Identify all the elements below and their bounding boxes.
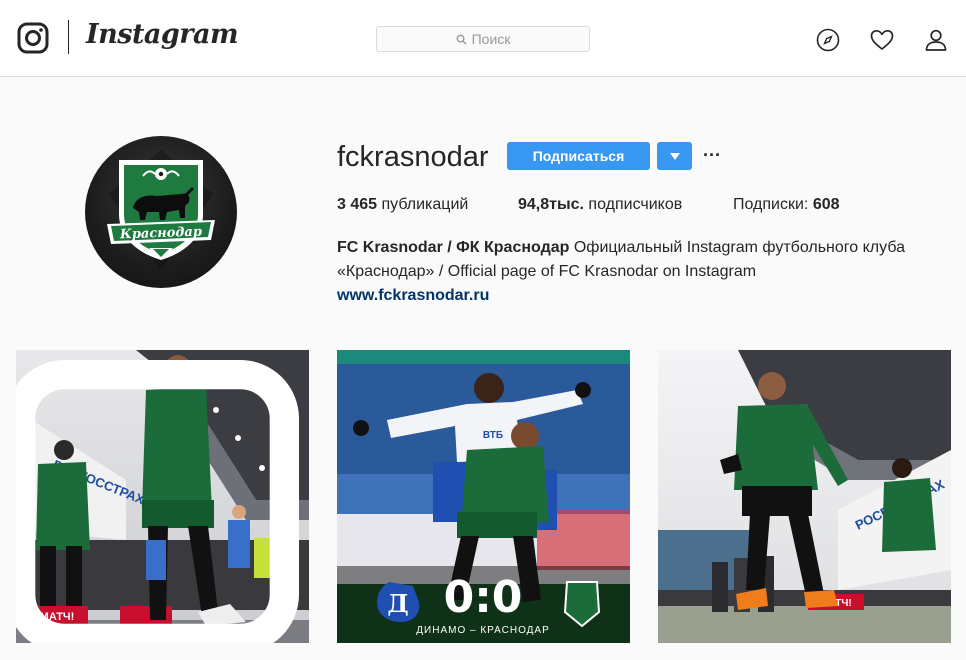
multiple-photos-icon <box>16 360 299 643</box>
instagram-camera-icon[interactable] <box>17 22 49 54</box>
more-options-button[interactable]: ··· <box>702 141 722 169</box>
compass-icon[interactable] <box>816 28 840 52</box>
profile-username: fckrasnodar <box>337 141 489 173</box>
person-icon[interactable] <box>924 28 948 52</box>
post-2-score: 0:0 <box>444 572 523 623</box>
following-label: Подписки: <box>733 196 813 213</box>
logo-divider <box>68 20 69 54</box>
following-stat[interactable]: Подписки: 608 <box>733 196 840 214</box>
post-thumbnail-3[interactable]: РОСГОССТРАХ МАТЧ! <box>658 350 951 643</box>
followers-count: 94,8тыс. <box>518 196 584 213</box>
followers-label: подписчиков <box>583 196 683 213</box>
triangle-down-icon <box>669 152 680 160</box>
instagram-wordmark[interactable]: Instagram <box>86 19 239 50</box>
profile-avatar[interactable]: Краснодар <box>85 136 237 288</box>
post-thumbnail-1[interactable]: РОСГОССТРАХ МАТЧ! <box>16 350 309 643</box>
top-navigation-bar: Instagram Поиск <box>0 0 966 77</box>
followers-stat[interactable]: 94,8тыс. подписчиков <box>518 196 682 214</box>
suggestions-dropdown-button[interactable] <box>657 142 692 170</box>
bio-website-link[interactable]: www.fckrasnodar.ru <box>337 284 937 308</box>
search-input[interactable]: Поиск <box>376 26 590 52</box>
following-count: 608 <box>812 196 840 213</box>
bio-full-name: FC Krasnodar / ФК Краснодар <box>337 239 570 256</box>
post-2-caption: ДИНАМО – КРАСНОДАР <box>416 625 549 636</box>
svg-text:Д: Д <box>387 589 408 618</box>
search-icon <box>456 34 467 45</box>
search-placeholder: Поиск <box>471 31 511 47</box>
post-2-shirt-text: ВТБ <box>483 430 503 441</box>
follow-button[interactable]: Подписаться <box>507 142 650 170</box>
avatar-logo-text: Краснодар <box>119 225 202 243</box>
post-thumbnail-2[interactable]: ВТБ 0:0 Д ДИНАМО – КРАСНОДАР <box>337 350 630 643</box>
heart-icon[interactable] <box>870 28 894 52</box>
posts-count-stat: 3 465 публикаций <box>337 196 468 214</box>
posts-count: 3 465 <box>337 196 378 213</box>
posts-label: публикаций <box>377 196 469 213</box>
profile-bio: FC Krasnodar / ФК Краснодар Официальный … <box>337 236 937 308</box>
